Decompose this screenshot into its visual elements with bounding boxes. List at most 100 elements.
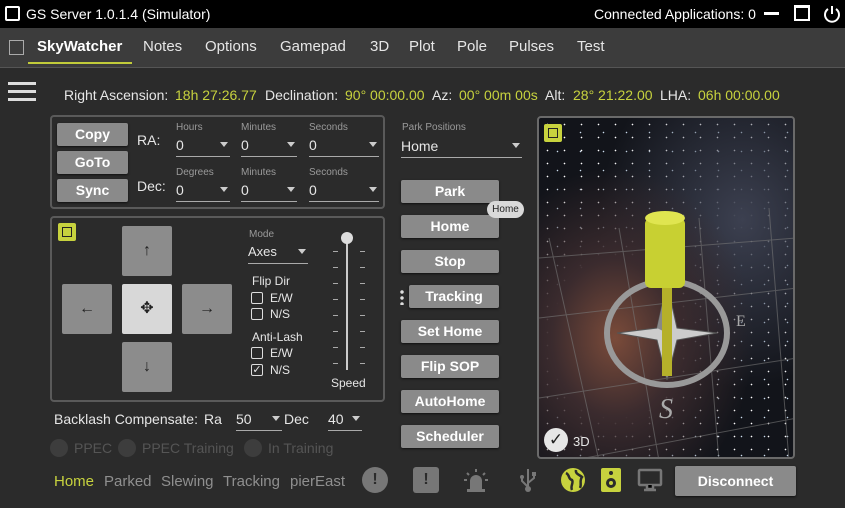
az-value: 00° 00m 00s (459, 87, 538, 103)
scene-graphic: S E (539, 207, 793, 457)
backlash-dec-label: Dec (284, 411, 309, 427)
goto-button[interactable]: GoTo (57, 151, 128, 174)
flip-ew-checkbox[interactable] (251, 292, 263, 304)
popout-icon[interactable] (9, 40, 24, 55)
left-arrow-button[interactable]: ← (62, 284, 112, 334)
up-arrow-button[interactable]: ↑ (122, 226, 172, 276)
power-icon[interactable] (822, 4, 842, 24)
tab-underline (28, 62, 132, 64)
status-parked: Parked (104, 473, 152, 490)
copy-button[interactable]: Copy (57, 123, 128, 146)
dec-degrees-select[interactable]: 0 (176, 180, 230, 202)
svg-text:S: S (659, 394, 673, 425)
dec-seconds-select[interactable]: 0 (309, 180, 379, 202)
ppec-label: PPEC (74, 440, 113, 456)
tab-options[interactable]: Options (205, 38, 257, 55)
status-slewing: Slewing (161, 473, 214, 490)
ra-field-label: RA: (137, 132, 161, 148)
ra-label: Right Ascension: (64, 87, 169, 103)
speed-ticks (333, 236, 365, 370)
label-3d: 3D (573, 434, 590, 449)
maximize-icon[interactable] (794, 5, 810, 21)
dec-label: Declination: (265, 87, 339, 103)
tab-notes[interactable]: Notes (143, 38, 182, 55)
status-tracking: Tracking (223, 473, 280, 490)
ppec-training-toggle[interactable] (118, 439, 136, 457)
flip-sop-button[interactable]: Flip SOP (401, 355, 499, 378)
mode-label: Mode (249, 229, 275, 240)
tracking-button[interactable]: Tracking (409, 285, 499, 308)
globe-icon[interactable] (560, 467, 586, 493)
backlash-dec-select[interactable]: 40 (328, 409, 362, 431)
dec-minutes-select[interactable]: 0 (241, 180, 297, 202)
down-arrow-button[interactable]: ↓ (122, 342, 172, 392)
tab-pulses[interactable]: Pulses (509, 38, 554, 55)
flip-dir-label: Flip Dir (252, 274, 290, 288)
tab-gamepad[interactable]: Gamepad (280, 38, 346, 55)
scene-3d-view[interactable]: S E ✓ 3D (537, 116, 795, 459)
mode-select[interactable]: Axes (248, 242, 308, 264)
window-title: GS Server 1.0.1.4 (Simulator) (26, 6, 211, 22)
ppec-toggle[interactable] (50, 439, 68, 457)
scheduler-button[interactable]: Scheduler (401, 425, 499, 448)
sync-button[interactable]: Sync (57, 179, 128, 202)
tab-3d[interactable]: 3D (370, 38, 389, 55)
check-icon[interactable]: ✓ (544, 428, 568, 452)
tab-skywatcher[interactable]: SkyWatcher (37, 38, 122, 55)
antilash-ns-checkbox[interactable]: ✓ (251, 364, 263, 376)
alert-circle-icon[interactable]: ! (362, 467, 388, 493)
timer-icon (244, 439, 262, 457)
connected-apps: Connected Applications: 0 (594, 6, 756, 22)
backlash-label: Backlash Compensate: (54, 411, 198, 427)
flip-ns-checkbox[interactable] (251, 308, 263, 320)
right-arrow-button[interactable]: → (182, 284, 232, 334)
tracking-more-icon[interactable] (400, 289, 404, 305)
lha-value: 06h 00:00.00 (698, 87, 780, 103)
status-pier: pierEast (290, 473, 346, 490)
antilash-ns-label: N/S (270, 363, 291, 377)
ra-seconds-select[interactable]: 0 (309, 135, 379, 157)
disconnect-button[interactable]: Disconnect (675, 466, 796, 496)
park-positions-select[interactable]: Home (401, 136, 522, 158)
tab-test[interactable]: Test (577, 38, 605, 55)
home-button[interactable]: Home (401, 215, 499, 238)
antilash-ew-checkbox[interactable] (251, 347, 263, 359)
app-icon (5, 6, 20, 21)
ra-seconds-label: Seconds (309, 122, 348, 133)
hamburger-menu-icon[interactable] (8, 82, 36, 102)
usb-icon[interactable] (515, 467, 541, 493)
dec-field-label: Dec: (137, 178, 166, 194)
center-move-button[interactable]: ✥ (122, 284, 172, 334)
backlash-ra-label: Ra (204, 411, 222, 427)
home-tooltip: Home (487, 201, 524, 218)
ppec-training-label: PPEC Training (142, 440, 234, 456)
popout-3d-icon[interactable] (544, 124, 562, 142)
alert-square-icon[interactable]: ! (413, 467, 439, 493)
siren-icon[interactable] (463, 467, 489, 493)
anti-lash-label: Anti-Lash (252, 330, 303, 344)
set-home-button[interactable]: Set Home (401, 320, 499, 343)
autohome-button[interactable]: AutoHome (401, 390, 499, 413)
park-button[interactable]: Park (401, 180, 499, 203)
in-training-label: In Training (268, 440, 334, 456)
park-positions-label: Park Positions (402, 122, 466, 133)
svg-text:E: E (736, 313, 746, 330)
backlash-ra-select[interactable]: 50 (236, 409, 282, 431)
popout-hand-icon[interactable] (58, 223, 76, 241)
tab-pole[interactable]: Pole (457, 38, 487, 55)
speaker-icon[interactable] (598, 467, 624, 493)
status-home: Home (54, 473, 95, 490)
ra-hours-select[interactable]: 0 (176, 135, 230, 157)
ra-minutes-label: Minutes (241, 122, 277, 133)
alt-label: Alt: (545, 87, 566, 103)
tab-plot[interactable]: Plot (409, 38, 435, 55)
dec-value: 90° 00:00.00 (345, 87, 425, 103)
title-bar: GS Server 1.0.1.4 (Simulator) Connected … (0, 0, 845, 28)
dec-seconds-label: Seconds (309, 167, 348, 178)
alt-value: 28° 21:22.00 (573, 87, 653, 103)
monitor-icon[interactable] (637, 467, 663, 493)
ra-minutes-select[interactable]: 0 (241, 135, 297, 157)
minimize-icon[interactable] (764, 12, 779, 15)
flip-ns-label: N/S (270, 307, 291, 321)
stop-button[interactable]: Stop (401, 250, 499, 273)
